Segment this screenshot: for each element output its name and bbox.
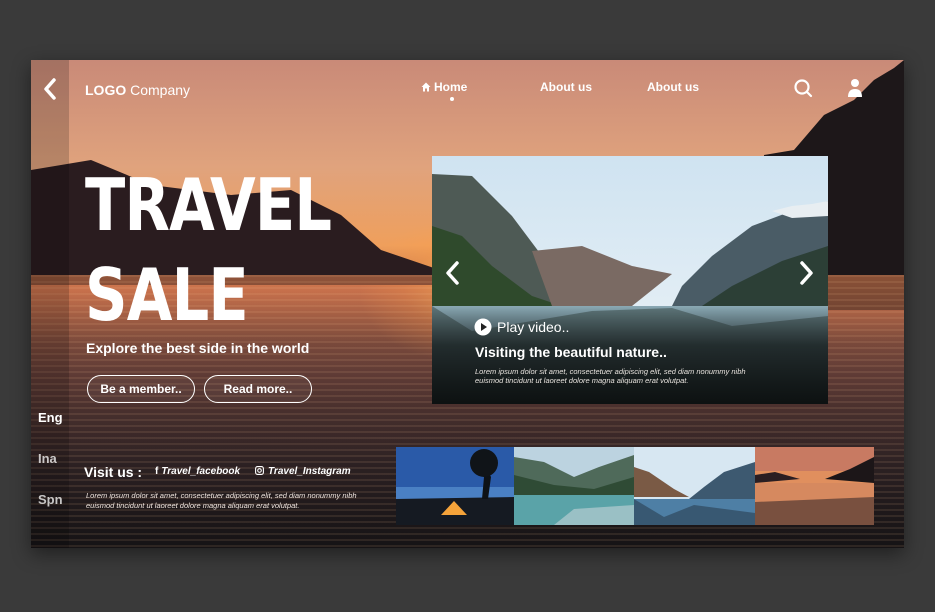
logo-company-name: Company xyxy=(126,82,191,98)
active-nav-indicator xyxy=(450,97,454,101)
nav-about-us[interactable]: About us xyxy=(540,80,592,94)
thumbnail-mountain-lake[interactable] xyxy=(634,447,755,525)
hero-title: TRAVEL SALE xyxy=(85,160,332,340)
facebook-link[interactable]: f Travel_facebook xyxy=(155,466,240,477)
instagram-handle: Travel_Instagram xyxy=(268,466,351,477)
card-description: Lorem ipsum dolor sit amet, consectetuer… xyxy=(475,367,746,385)
play-icon xyxy=(474,318,492,336)
card-title: Visiting the beautiful nature.. xyxy=(475,344,667,360)
user-icon[interactable] xyxy=(847,78,863,98)
nav-home-label: Home xyxy=(434,80,468,94)
search-icon[interactable] xyxy=(793,78,813,98)
instagram-link[interactable]: Travel_Instagram xyxy=(255,466,351,477)
landing-page: LOGO Company Home About us About us TRAV… xyxy=(31,60,904,548)
home-icon xyxy=(421,82,431,92)
chevron-left-icon[interactable] xyxy=(39,76,61,102)
thumbnail-camping-night[interactable] xyxy=(396,447,514,525)
logo-mark: LOGO xyxy=(85,82,127,98)
facebook-icon: f xyxy=(155,466,159,477)
play-video-label: Play video.. xyxy=(497,319,570,335)
nav-home[interactable]: Home xyxy=(421,80,467,94)
be-a-member-button[interactable]: Be a member.. xyxy=(87,375,195,403)
left-sidebar xyxy=(31,60,69,548)
carousel-prev-icon[interactable] xyxy=(443,260,463,286)
company-logo[interactable]: LOGO Company xyxy=(85,82,190,98)
hero-subtitle: Explore the best side in the world xyxy=(86,340,310,356)
hero-title-line-1: TRAVEL xyxy=(85,163,332,247)
play-video-button[interactable]: Play video.. xyxy=(474,318,569,336)
thumbnail-strip xyxy=(396,447,874,525)
thumbnail-sunset-lake[interactable] xyxy=(755,447,874,525)
instagram-icon xyxy=(255,466,264,475)
language-eng[interactable]: Eng xyxy=(38,410,63,425)
language-ina[interactable]: Ina xyxy=(38,451,57,466)
facebook-handle: Travel_facebook xyxy=(161,466,241,477)
nav-about-us-2[interactable]: About us xyxy=(647,80,699,94)
language-spn[interactable]: Spn xyxy=(38,492,63,507)
visit-us-label: Visit us : xyxy=(84,464,143,480)
read-more-button[interactable]: Read more.. xyxy=(204,375,312,403)
carousel-next-icon[interactable] xyxy=(796,260,816,286)
footer-description: Lorem ipsum dolor sit amet, consectetuer… xyxy=(86,491,357,510)
hero-title-line-2: SALE xyxy=(85,253,249,337)
video-card[interactable]: Play video.. Visiting the beautiful natu… xyxy=(432,156,828,404)
thumbnail-lake-boats[interactable] xyxy=(514,447,634,525)
